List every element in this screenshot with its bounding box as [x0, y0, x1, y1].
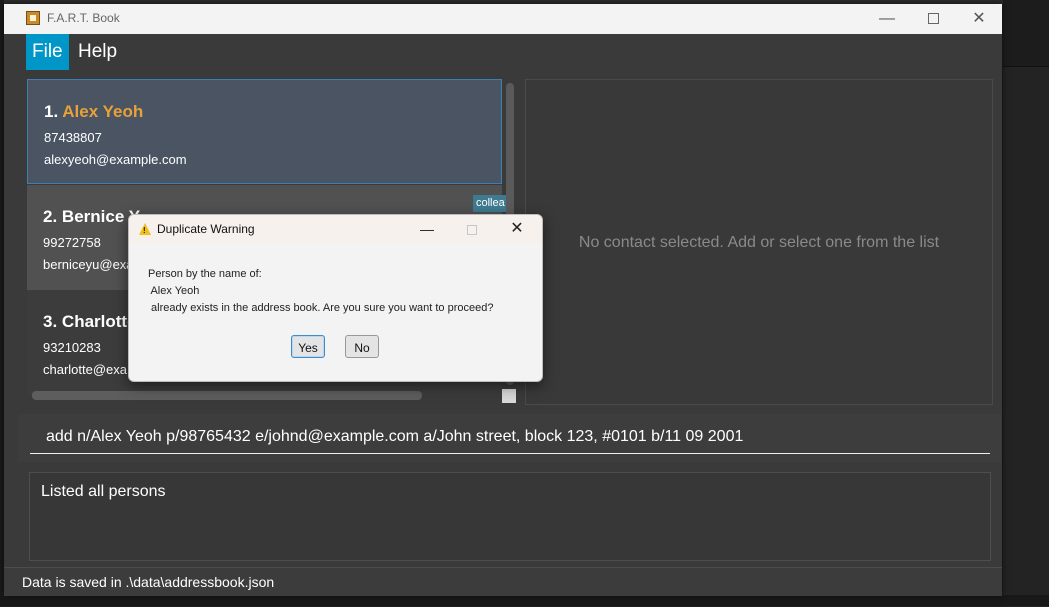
maximize-button[interactable]	[910, 4, 956, 34]
dialog-maximize-button	[456, 217, 488, 241]
person-name: Alex Yeoh	[62, 102, 144, 121]
person-name-row: 3. Charlotte	[43, 312, 137, 332]
person-card[interactable]: 1. Alex Yeoh 87438807 alexyeoh@example.c…	[27, 79, 502, 184]
app-icon	[26, 11, 40, 25]
window-title: F.A.R.T. Book	[47, 11, 120, 25]
dialog-title-bar[interactable]: ! Duplicate Warning — ✕	[129, 215, 542, 243]
dialog-message: Person by the name of: Alex Yeoh already…	[148, 266, 493, 317]
maximize-icon	[467, 225, 477, 236]
person-email: berniceyu@exa	[43, 257, 134, 272]
result-text: Listed all persons	[41, 483, 166, 500]
desktop-background-bottom	[0, 595, 1049, 606]
maximize-icon	[927, 13, 939, 25]
dialog-message-line: Person by the name of:	[148, 268, 262, 280]
person-name-row: 1. Alex Yeoh	[44, 102, 143, 122]
yes-button[interactable]: Yes	[291, 335, 325, 358]
person-email: charlotte@exa	[43, 362, 128, 377]
duplicate-warning-dialog: ! Duplicate Warning — ✕ Person by the na…	[128, 214, 543, 382]
dialog-close-button[interactable]: ✕	[501, 217, 533, 241]
person-phone: 93210283	[43, 340, 101, 355]
person-name-row: 2. Bernice Y	[43, 207, 140, 227]
person-index: 2.	[43, 207, 58, 226]
command-box	[18, 414, 1001, 462]
detail-panel: No contact selected. Add or select one f…	[525, 79, 993, 405]
person-name: Charlotte	[61, 312, 137, 331]
result-display: Listed all persons	[29, 472, 991, 561]
person-email: alexyeoh@example.com	[44, 152, 187, 167]
close-button[interactable]: ✕	[956, 4, 1002, 34]
person-phone: 99272758	[43, 235, 101, 250]
person-index: 3.	[43, 312, 58, 331]
detail-placeholder: No contact selected. Add or select one f…	[578, 234, 940, 251]
menu-help[interactable]: Help	[72, 34, 123, 70]
person-index: 1.	[44, 102, 59, 121]
scroll-corner	[502, 389, 516, 403]
person-tag: collea	[473, 195, 508, 212]
dialog-minimize-button[interactable]: —	[411, 217, 443, 241]
list-horizontal-scrollbar[interactable]	[32, 391, 422, 400]
warning-icon-mark: !	[143, 226, 146, 235]
status-bar: Data is saved in .\data\addressbook.json	[4, 567, 1002, 596]
minimize-button[interactable]: —	[864, 4, 910, 34]
title-bar[interactable]: F.A.R.T. Book — ✕	[4, 4, 1002, 34]
command-input[interactable]	[30, 420, 990, 454]
background-window-panel	[1003, 66, 1049, 607]
menu-file[interactable]: File	[26, 34, 69, 70]
dialog-title: Duplicate Warning	[157, 222, 255, 236]
status-text: Data is saved in .\data\addressbook.json	[22, 574, 275, 590]
no-button[interactable]: No	[345, 335, 379, 358]
person-phone: 87438807	[44, 130, 102, 145]
dialog-message-line: Alex Yeoh	[148, 285, 200, 297]
menu-bar: File Help	[4, 34, 1002, 70]
dialog-message-line: already exists in the address book. Are …	[148, 302, 494, 314]
